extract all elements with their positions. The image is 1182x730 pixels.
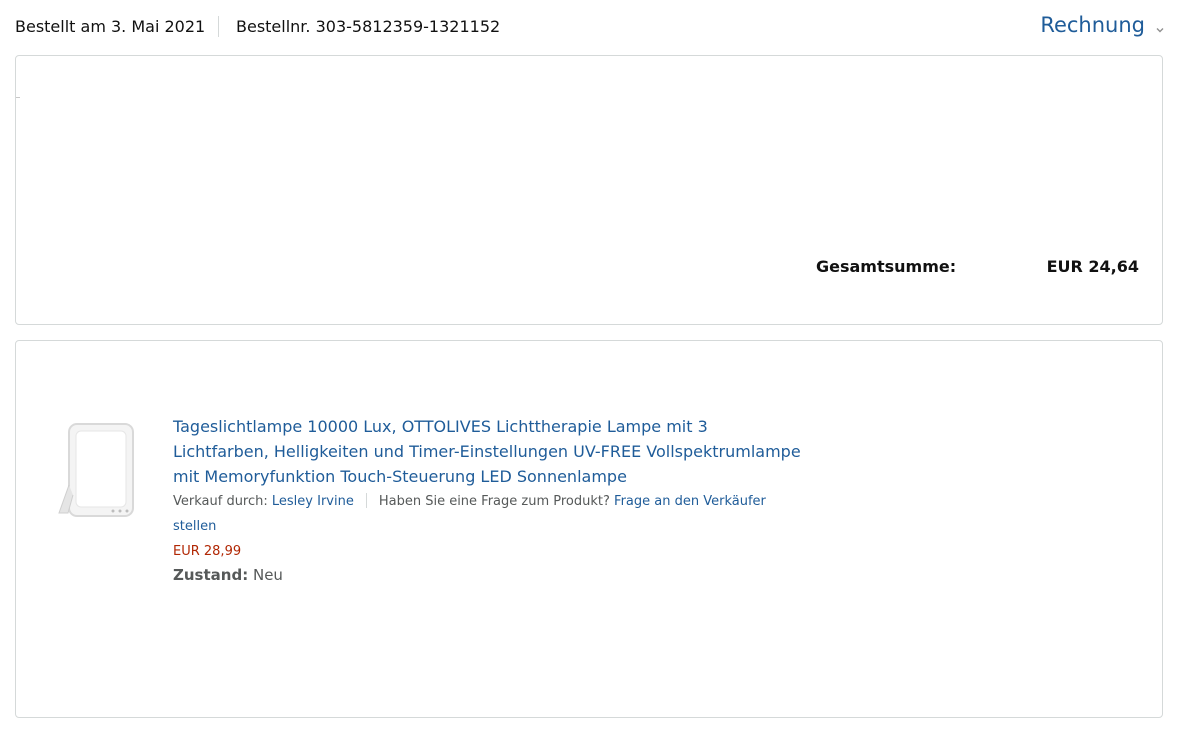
seller-divider <box>365 493 367 508</box>
seller-line: Verkauf durch: Lesley Irvine Haben Sie ei… <box>173 489 803 539</box>
order-item-card: Tageslichtlampe 10000 Lux, OTTOLIVES Lic… <box>15 340 1163 718</box>
product-title-link[interactable]: Tageslichtlampe 10000 Lux, OTTOLIVES Lic… <box>173 414 803 489</box>
invoice-link[interactable]: Rechnung <box>1040 12 1145 38</box>
seller-prefix: Verkauf durch: <box>173 494 272 509</box>
seller-link[interactable]: Lesley Irvine <box>272 494 354 509</box>
item-condition: Zustand: Neu <box>173 564 813 587</box>
order-number: Bestellnr. 303-5812359-1321152 <box>236 17 501 36</box>
decorative-line <box>16 97 20 98</box>
total-value: EUR 24,64 <box>1046 257 1139 276</box>
total-label: Gesamtsumme: <box>816 257 957 276</box>
product-image[interactable] <box>56 417 146 527</box>
condition-label: Zustand: <box>173 566 249 584</box>
chevron-down-icon[interactable] <box>1155 20 1165 33</box>
condition-value: Neu <box>252 566 283 584</box>
item-price: EUR 28,99 <box>173 544 242 559</box>
product-info: Tageslichtlampe 10000 Lux, OTTOLIVES Lic… <box>173 414 813 587</box>
order-date: Bestellt am 3. Mai 2021 <box>15 17 206 36</box>
order-header: Bestellt am 3. Mai 2021 Bestellnr. 303-5… <box>15 0 1167 55</box>
header-divider <box>218 16 219 37</box>
order-summary-card: Gesamtsumme: EUR 24,64 <box>15 55 1163 325</box>
question-text: Haben Sie eine Frage zum Produkt? <box>378 494 615 509</box>
